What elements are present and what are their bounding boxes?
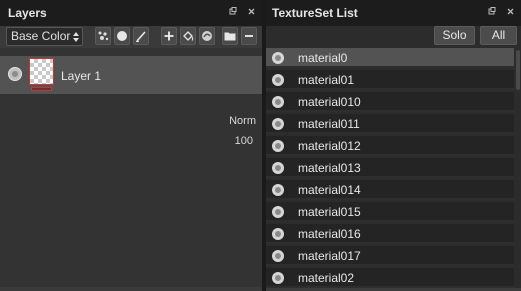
textureset-visibility-radio[interactable] xyxy=(272,52,284,64)
textureset-item[interactable]: material0 xyxy=(266,48,514,68)
textureset-item[interactable]: material01 xyxy=(266,70,514,90)
plus-icon xyxy=(164,31,174,41)
layers-panel: Layers Base Color Norm 100 Layer 1 xyxy=(0,0,262,291)
textureset-visibility-radio[interactable] xyxy=(272,162,284,174)
textureset-item[interactable]: material015 xyxy=(266,202,514,222)
textureset-panel-header: TextureSet List xyxy=(266,0,521,26)
channel-select-value: Base Color xyxy=(11,29,71,43)
folder-icon xyxy=(224,32,236,41)
circle-button[interactable] xyxy=(114,27,130,45)
layer-opacity[interactable]: 100 xyxy=(235,135,253,147)
fill-icon xyxy=(183,31,194,41)
fill-layer-button[interactable] xyxy=(180,27,196,45)
textureset-visibility-radio[interactable] xyxy=(272,74,284,86)
textureset-item-label: material012 xyxy=(298,139,361,153)
textureset-item[interactable]: material012 xyxy=(266,136,514,156)
textureset-visibility-radio[interactable] xyxy=(272,184,284,196)
add-folder-button[interactable] xyxy=(222,27,238,45)
layers-toolbar: Base Color xyxy=(0,26,262,48)
smart-material-button[interactable] xyxy=(199,27,215,45)
add-layer-button[interactable] xyxy=(161,27,177,45)
smart-material-icon xyxy=(202,31,212,41)
textureset-item-label: material016 xyxy=(298,227,361,241)
textureset-item-label: material0 xyxy=(298,51,348,65)
scrollbar-thumb[interactable] xyxy=(516,50,520,90)
textureset-item-label: material02 xyxy=(298,271,355,285)
textureset-item-label: material013 xyxy=(298,161,361,175)
textureset-item-label: material014 xyxy=(298,183,361,197)
textureset-item[interactable]: material02 xyxy=(266,268,514,288)
solo-button[interactable]: Solo xyxy=(434,26,475,45)
textureset-list-panel: TextureSet List Solo All material0 materi… xyxy=(266,0,521,291)
all-button[interactable]: All xyxy=(480,26,517,45)
layer-mask-indicator xyxy=(31,87,52,91)
delete-layer-button[interactable] xyxy=(241,27,257,45)
add-effect-button[interactable] xyxy=(95,27,111,45)
textureset-item[interactable]: material016 xyxy=(266,224,514,244)
textureset-visibility-radio[interactable] xyxy=(272,118,284,130)
textureset-item[interactable]: material017 xyxy=(266,246,514,266)
textureset-visibility-radio[interactable] xyxy=(272,272,284,284)
textureset-toolbar: Solo All xyxy=(266,26,521,46)
pin-icon[interactable] xyxy=(488,7,496,17)
textureset-item[interactable]: material013 xyxy=(266,158,514,178)
close-icon[interactable] xyxy=(507,7,514,17)
brush-icon xyxy=(136,31,146,42)
textureset-list: material0 material01 material010 material01… xyxy=(266,48,521,288)
textureset-visibility-radio[interactable] xyxy=(272,250,284,262)
textureset-item-label: material017 xyxy=(298,249,361,263)
layers-panel-header: Layers xyxy=(0,0,262,26)
layer-blend-mode[interactable]: Norm xyxy=(229,115,256,127)
channel-select[interactable]: Base Color xyxy=(6,27,83,46)
layer-thumbnail[interactable] xyxy=(29,58,54,85)
textureset-item-label: material015 xyxy=(298,205,361,219)
textureset-item-label: material010 xyxy=(298,95,361,109)
textureset-visibility-radio[interactable] xyxy=(272,228,284,240)
textureset-visibility-radio[interactable] xyxy=(272,140,284,152)
close-icon[interactable] xyxy=(248,7,255,17)
textureset-item[interactable]: material014 xyxy=(266,180,514,200)
textureset-item-label: material011 xyxy=(298,117,360,131)
add-effect-icon xyxy=(98,31,109,41)
layers-panel-bottom-edge xyxy=(0,287,262,291)
textureset-visibility-radio[interactable] xyxy=(272,96,284,108)
textureset-item-label: material01 xyxy=(298,73,355,87)
layer-visibility-toggle[interactable] xyxy=(8,67,22,81)
layers-panel-title: Layers xyxy=(8,6,47,20)
updown-arrows-icon xyxy=(73,31,79,45)
circle-icon xyxy=(117,31,127,41)
layer-name[interactable]: Layer 1 xyxy=(61,69,101,83)
textureset-panel-title: TextureSet List xyxy=(272,6,358,20)
textureset-visibility-radio[interactable] xyxy=(272,206,284,218)
textureset-scrollbar[interactable] xyxy=(515,48,521,288)
brush-button[interactable] xyxy=(133,27,149,45)
textureset-item[interactable]: material011 xyxy=(266,114,514,134)
pin-icon[interactable] xyxy=(229,7,237,17)
minus-icon xyxy=(245,35,253,37)
textureset-item[interactable]: material010 xyxy=(266,92,514,112)
